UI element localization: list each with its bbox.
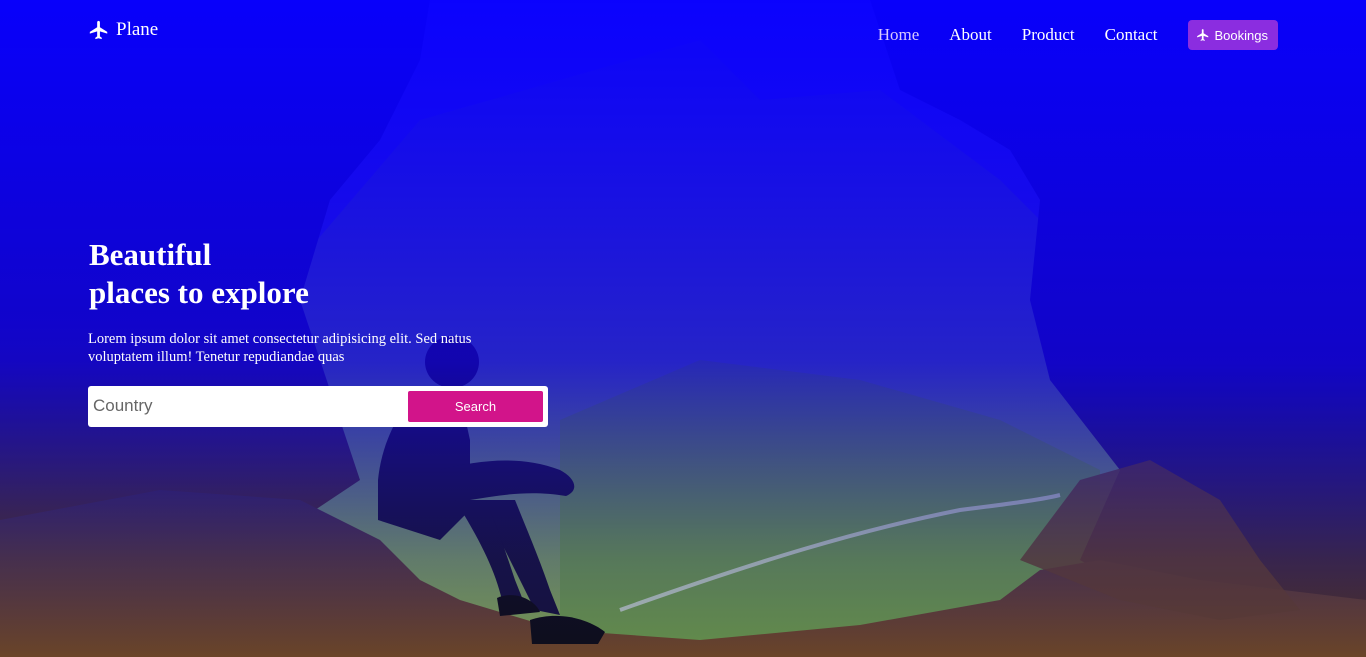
airplane-icon (1196, 29, 1208, 41)
search-bar: Search (88, 386, 548, 427)
airplane-icon (89, 20, 108, 40)
brand-logo[interactable]: Plane (88, 18, 158, 42)
brand-name: Plane (116, 19, 159, 40)
nav-link-home[interactable]: Home (878, 20, 920, 50)
nav-menu: Home About Product Contact Bookings (848, 20, 1278, 50)
top-navbar: Plane Home About Product Contact Booking… (0, 0, 1366, 70)
nav-link-about[interactable]: About (949, 20, 992, 50)
hero-title-line2: places to explore (89, 275, 309, 310)
hero-title-line1: Beautiful (89, 237, 212, 272)
country-search-input[interactable] (93, 391, 393, 421)
hero-subtitle: Lorem ipsum dolor sit amet consectetur a… (88, 331, 472, 365)
hero-background-image (0, 0, 1366, 657)
nav-link-product[interactable]: Product (1022, 20, 1075, 50)
bookings-button[interactable]: Bookings (1187, 20, 1278, 50)
nav-link-contact[interactable]: Contact (1105, 20, 1158, 50)
bookings-label: Bookings (1214, 27, 1268, 43)
search-button[interactable]: Search (408, 391, 543, 422)
hero-title: Beautiful places to explore (89, 236, 309, 312)
